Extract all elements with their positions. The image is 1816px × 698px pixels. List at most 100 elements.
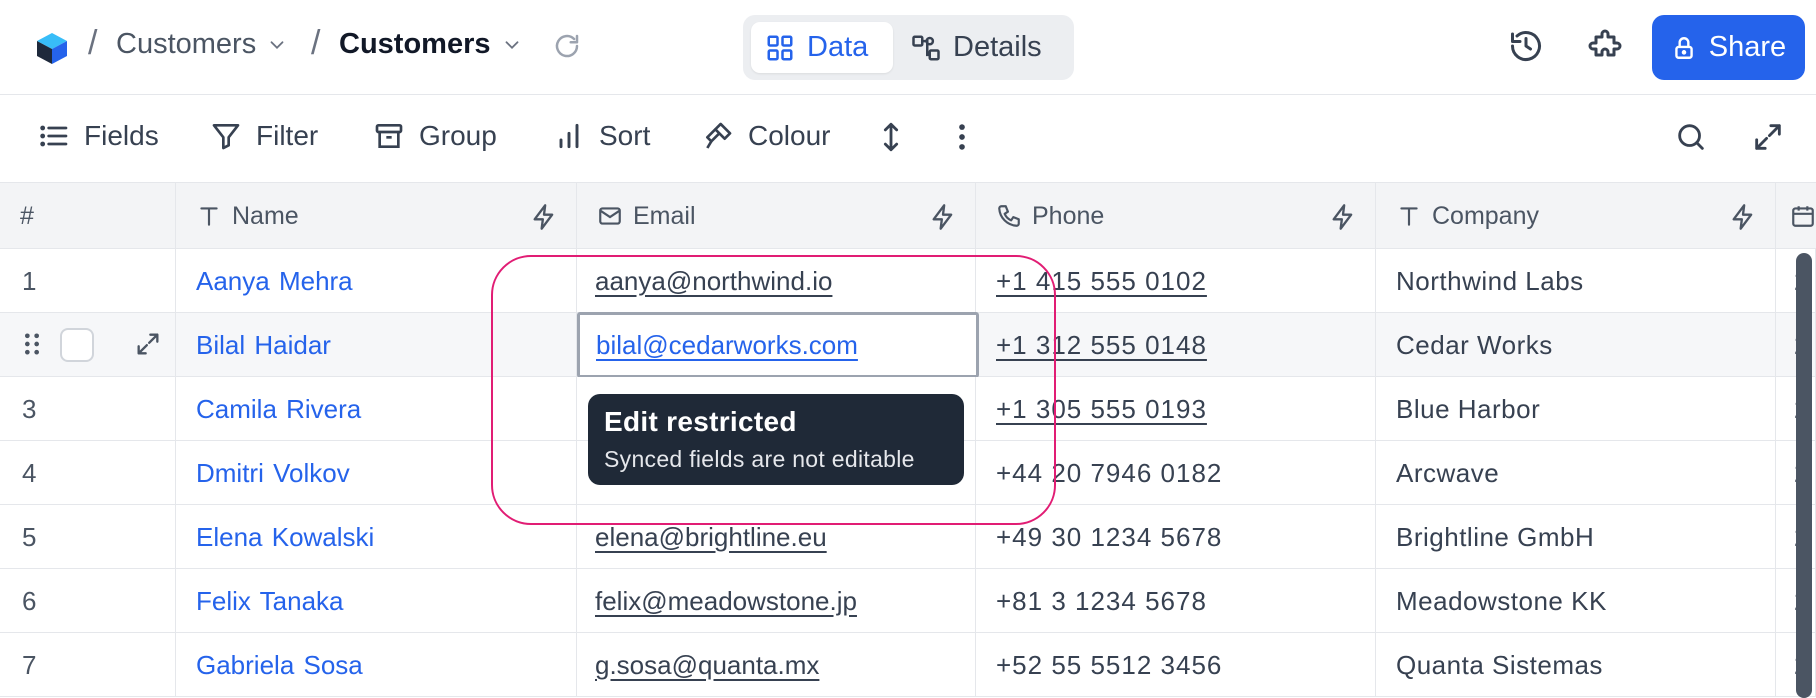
- grid-header: # Name Email Phone Company: [0, 183, 1816, 249]
- view-toggle: Data Details: [743, 15, 1074, 80]
- phone-cell[interactable]: +81 3 1234 5678: [976, 569, 1376, 633]
- edit-restricted-tooltip: Edit restricted Synced fields are not ed…: [588, 394, 964, 485]
- name-cell[interactable]: Gabriela Sosa: [176, 633, 577, 697]
- lightning-icon[interactable]: [530, 203, 558, 231]
- name-cell[interactable]: Camila Rivera: [176, 377, 577, 441]
- tooltip-title: Edit restricted: [604, 406, 797, 437]
- row-number: 5: [0, 505, 176, 569]
- column-header-name[interactable]: Name: [176, 183, 577, 249]
- phone-cell[interactable]: +52 55 5512 3456: [976, 633, 1376, 697]
- phone-value: +1 312 555 0148: [996, 329, 1207, 360]
- share-button[interactable]: Share: [1652, 15, 1805, 80]
- table-row[interactable]: 6 Felix Tanaka felix@meadowstone.jp +81 …: [0, 569, 1816, 633]
- company-cell[interactable]: Arcwave: [1376, 441, 1776, 505]
- breadcrumb-base-label: Customers: [116, 28, 257, 60]
- name-cell[interactable]: Felix Tanaka: [176, 569, 577, 633]
- tooltip-body: Synced fields are not editable: [604, 446, 915, 472]
- lightning-icon[interactable]: [1329, 203, 1357, 231]
- expand-record-icon[interactable]: [134, 330, 162, 358]
- row-number: 4: [0, 441, 176, 505]
- name-cell[interactable]: Bilal Haidar: [176, 313, 577, 377]
- sort-label: Sort: [599, 120, 651, 151]
- column-email-label: Email: [633, 201, 696, 230]
- column-header-date[interactable]: [1776, 183, 1816, 249]
- table-row-hovered[interactable]: Bilal Haidar +1 312 555 0148 Cedar Works…: [0, 312, 1816, 378]
- paint-brush-icon: [706, 122, 732, 149]
- base-logo-icon[interactable]: [34, 30, 70, 66]
- colour-label: Colour: [748, 120, 831, 151]
- group-label: Group: [419, 120, 497, 151]
- table-row[interactable]: 7 Gabriela Sosa g.sosa@quanta.mx +52 55 …: [0, 633, 1816, 697]
- lightning-icon[interactable]: [1729, 203, 1757, 231]
- row-number: 6: [0, 569, 176, 633]
- company-cell[interactable]: Northwind Labs: [1376, 249, 1776, 313]
- view-toolbar: Fields Filter Group Sort Colour: [0, 95, 1816, 183]
- phone-cell[interactable]: +1 415 555 0102: [976, 249, 1376, 313]
- filter-icon: [212, 124, 240, 150]
- column-header-phone[interactable]: Phone: [976, 183, 1376, 249]
- column-name-label: Name: [232, 201, 299, 230]
- row-height-icon[interactable]: [874, 120, 908, 154]
- email-cell[interactable]: g.sosa@quanta.mx: [577, 633, 976, 697]
- email-cell[interactable]: felix@meadowstone.jp: [577, 569, 976, 633]
- row-number: 7: [0, 633, 176, 697]
- archive-icon: [375, 123, 403, 148]
- group-button[interactable]: Group: [373, 120, 497, 152]
- sort-button[interactable]: Sort: [553, 120, 650, 152]
- search-icon[interactable]: [1674, 120, 1708, 154]
- table-row[interactable]: 1 Aanya Mehra aanya@northwind.io +1 415 …: [0, 249, 1816, 313]
- more-vertical-icon[interactable]: [945, 120, 979, 154]
- phone-cell[interactable]: +1 312 555 0148: [976, 313, 1376, 377]
- column-number-label: #: [20, 201, 34, 230]
- data-view-tab[interactable]: Data: [751, 22, 893, 73]
- phone-cell[interactable]: +49 30 1234 5678: [976, 505, 1376, 569]
- email-cell[interactable]: aanya@northwind.io: [577, 249, 976, 313]
- table-row[interactable]: 5 Elena Kowalski elena@brightline.eu +49…: [0, 505, 1816, 569]
- lock-icon: [1675, 36, 1693, 59]
- breadcrumb-base[interactable]: Customers: [116, 28, 288, 61]
- data-view-label: Data: [807, 31, 869, 63]
- breadcrumb-separator: /: [88, 24, 98, 62]
- chevron-down-icon: [505, 40, 518, 49]
- column-header-email[interactable]: Email: [577, 183, 976, 249]
- text-type-icon: [1400, 207, 1418, 226]
- breadcrumb-table-label: Customers: [339, 28, 491, 60]
- company-cell[interactable]: Blue Harbor: [1376, 377, 1776, 441]
- active-email-cell[interactable]: bilal@cedarworks.com: [577, 312, 979, 378]
- phone-value: +1 415 555 0102: [996, 265, 1207, 296]
- phone-cell[interactable]: +1 305 555 0193: [976, 377, 1376, 441]
- calendar-icon: [1792, 206, 1814, 227]
- vertical-scrollbar[interactable]: [1796, 253, 1812, 698]
- name-cell[interactable]: Aanya Mehra: [176, 249, 577, 313]
- company-cell[interactable]: Quanta Sistemas: [1376, 633, 1776, 697]
- fields-button[interactable]: Fields: [38, 120, 159, 152]
- lightning-icon[interactable]: [929, 203, 957, 231]
- details-view-tab[interactable]: Details: [897, 22, 1056, 73]
- fields-label: Fields: [84, 120, 159, 151]
- company-cell[interactable]: Brightline GmbH: [1376, 505, 1776, 569]
- company-cell[interactable]: Cedar Works: [1376, 313, 1776, 377]
- row-checkbox[interactable]: [60, 328, 94, 362]
- colour-button[interactable]: Colour: [702, 120, 830, 152]
- text-type-icon: [200, 207, 218, 226]
- company-cell[interactable]: Meadowstone KK: [1376, 569, 1776, 633]
- refresh-icon[interactable]: [552, 31, 582, 61]
- history-icon[interactable]: [1508, 28, 1544, 64]
- column-header-company[interactable]: Company: [1376, 183, 1776, 249]
- column-company-label: Company: [1432, 201, 1539, 230]
- extensions-icon[interactable]: [1587, 28, 1623, 64]
- phone-cell[interactable]: +44 20 7946 0182: [976, 441, 1376, 505]
- fullscreen-icon[interactable]: [1751, 120, 1785, 154]
- grid-icon: [767, 35, 793, 60]
- list-icon: [40, 125, 68, 147]
- filter-label: Filter: [256, 120, 319, 151]
- breadcrumb-table[interactable]: Customers: [339, 28, 523, 61]
- email-cell[interactable]: elena@brightline.eu: [577, 505, 976, 569]
- details-view-label: Details: [953, 31, 1042, 63]
- row-number: 1: [0, 249, 176, 313]
- name-cell[interactable]: Dmitri Volkov: [176, 441, 577, 505]
- row-number: 3: [0, 377, 176, 441]
- filter-button[interactable]: Filter: [210, 120, 318, 152]
- name-cell[interactable]: Elena Kowalski: [176, 505, 577, 569]
- drag-handle-icon[interactable]: [18, 330, 46, 358]
